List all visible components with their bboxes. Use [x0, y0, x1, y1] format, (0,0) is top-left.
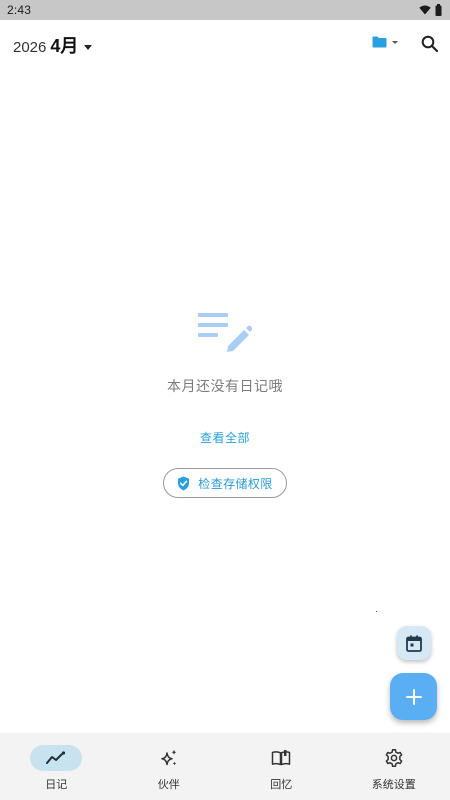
empty-message: 本月还没有日记哦: [167, 379, 283, 395]
nav-icon-holder: [143, 745, 195, 771]
add-diary-button[interactable]: [390, 673, 437, 720]
search-button[interactable]: [420, 34, 440, 54]
app-bar: 2026 4月: [0, 20, 450, 70]
shield-check-icon: [178, 476, 190, 490]
nav-item-diary[interactable]: 日记: [0, 733, 113, 800]
nav-item-partner[interactable]: 伙伴: [113, 733, 226, 800]
chevron-down-icon: [84, 44, 93, 50]
folder-icon: [372, 36, 387, 48]
search-icon: [421, 35, 439, 53]
nav-label-settings: 系统设置: [371, 778, 416, 791]
check-storage-label: 检查存储权限: [198, 476, 273, 491]
decorative-dot: [376, 611, 377, 612]
check-storage-permission-button[interactable]: 检查存储权限: [163, 468, 287, 498]
month-picker[interactable]: 2026 4月: [13, 32, 93, 58]
month-label: 4月: [50, 36, 79, 56]
calendar-button[interactable]: [397, 626, 431, 660]
nav-label-memories: 回忆: [270, 778, 293, 791]
nav-active-pill: [30, 745, 83, 771]
nav-label-diary: 日记: [45, 778, 68, 791]
plus-icon: [405, 688, 422, 705]
chevron-down-icon: [392, 40, 398, 44]
calendar-icon: [406, 635, 422, 652]
book-icon: [272, 750, 291, 766]
app-screen: 2:43 2026 4月 本月还没有日记哦 查看全部 检查存储权限 日记 伙伴 …: [0, 0, 450, 800]
nav-icon-holder: [255, 745, 307, 771]
trend-line-icon: [46, 751, 66, 764]
empty-state: 本月还没有日记哦 查看全部 检查存储权限: [0, 310, 450, 498]
wifi-icon: [419, 5, 431, 15]
edit-list-icon: [198, 313, 252, 352]
sparkles-icon: [161, 749, 177, 766]
status-time: 2:43: [7, 3, 32, 17]
view-all-link[interactable]: 查看全部: [200, 429, 250, 446]
nav-item-settings[interactable]: 系统设置: [338, 733, 450, 800]
gear-icon: [385, 749, 403, 767]
battery-icon: [435, 4, 442, 16]
year-label: 2026: [13, 39, 47, 56]
nav-icon-holder: [368, 745, 420, 771]
nav-label-partner: 伙伴: [157, 778, 180, 791]
status-bar: 2:43: [0, 0, 450, 20]
status-icons: [419, 4, 442, 16]
bottom-navigation: 日记 伙伴 回忆 系统设置: [0, 733, 450, 800]
nav-item-memories[interactable]: 回忆: [225, 733, 338, 800]
folder-button[interactable]: [372, 36, 398, 48]
